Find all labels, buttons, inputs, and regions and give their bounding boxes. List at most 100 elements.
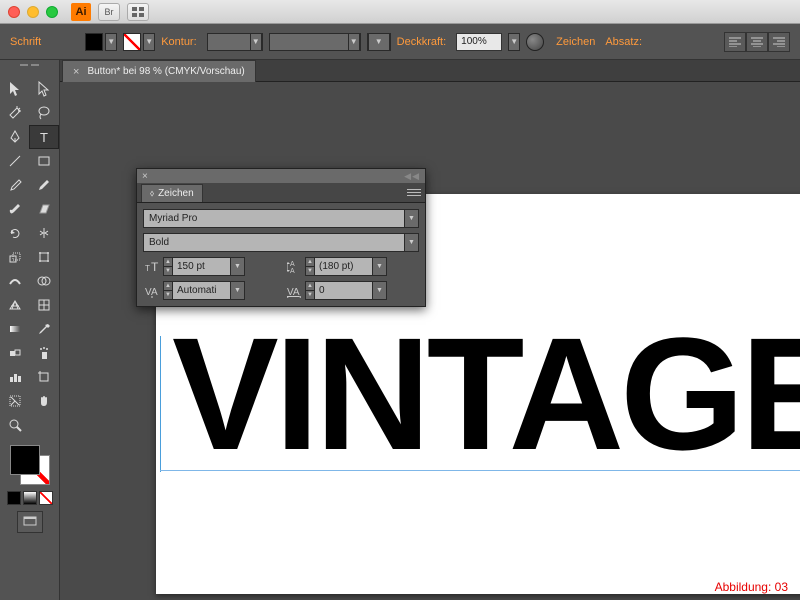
stroke-weight-dropdown[interactable]: ▼ [207,33,263,51]
brush-dropdown[interactable]: ▼ [367,33,391,51]
eyedropper-tool[interactable] [30,317,60,341]
font-size-dropdown[interactable]: ▼ [231,257,245,276]
screen-icon [23,516,37,528]
mesh-tool[interactable] [30,293,60,317]
align-left-button[interactable] [724,32,746,52]
magic-wand-tool[interactable] [0,101,30,125]
pen-tool[interactable] [0,125,29,149]
zoom-window-button[interactable] [46,6,58,18]
close-tab-button[interactable]: × [73,66,79,78]
app-logo: Ai [71,3,91,21]
rectangle-tool[interactable] [30,149,60,173]
symbol-sprayer-tool[interactable] [30,341,60,365]
fill-stroke-indicator[interactable] [8,443,52,487]
kerning-icon: VA [143,281,163,300]
font-style-dropdown[interactable]: ▼ [405,233,419,252]
absatz-link[interactable]: Absatz: [605,36,642,48]
minimize-window-button[interactable] [27,6,39,18]
brush-icon [8,178,22,192]
variable-width-dropdown[interactable]: ▼ [269,33,361,51]
opacity-input[interactable]: 100% [456,33,502,51]
fill-dropdown[interactable]: ▼ [105,33,117,51]
rotate-tool[interactable] [0,221,30,245]
eraser-tool[interactable] [30,197,60,221]
stroke-swatch-group[interactable]: ▼ [123,33,155,51]
panel-tab-zeichen[interactable]: ⬨ Zeichen [141,184,203,202]
recolor-artwork-button[interactable] [526,33,544,51]
align-center-icon [751,37,763,47]
svg-text:T: T [40,130,48,144]
perspective-grid-tool[interactable] [0,293,30,317]
panel-titlebar[interactable]: × ◀◀ [137,169,425,183]
slice-tool[interactable] [0,389,30,413]
document-tab[interactable]: × Button* bei 98 % (CMYK/Vorschau) [62,60,256,82]
panel-menu-button[interactable] [407,186,421,198]
paintbrush-tool[interactable] [0,173,30,197]
stroke-dropdown[interactable]: ▼ [143,33,155,51]
font-family-dropdown[interactable]: ▼ [405,209,419,228]
font-size-input[interactable]: 150 pt [173,257,231,276]
gradient-tool[interactable] [0,317,30,341]
shape-builder-tool[interactable] [30,269,60,293]
opacity-dropdown[interactable]: ▼ [508,33,520,51]
gradient-mode-button[interactable] [23,491,37,505]
fill-swatch-group[interactable]: ▼ [85,33,117,51]
leading-dropdown[interactable]: ▼ [373,257,387,276]
blob-icon [8,202,22,216]
canvas[interactable]: VINTAGE × ◀◀ ⬨ Zeichen M [60,82,800,600]
panel-close-button[interactable]: × [142,171,148,182]
print-tiling-tool[interactable] [30,413,60,437]
direct-selection-tool[interactable] [30,77,60,101]
line-tool[interactable] [0,149,30,173]
type-tool[interactable]: T [29,125,59,149]
lasso-tool[interactable] [30,101,60,125]
close-window-button[interactable] [8,6,20,18]
screen-mode-button[interactable] [17,511,43,533]
arrange-documents-button[interactable] [127,3,149,21]
scale-tool[interactable] [0,245,30,269]
stroke-swatch[interactable] [123,33,141,51]
font-size-stepper[interactable]: ▲▼ [163,257,173,276]
leading-input[interactable]: (180 pt) [315,257,373,276]
blend-tool[interactable] [0,341,30,365]
reflect-tool[interactable] [30,221,60,245]
slice-icon [8,394,22,408]
align-right-button[interactable] [768,32,790,52]
blend-icon [8,346,22,360]
selection-tool[interactable] [0,77,30,101]
zoom-tool[interactable] [0,413,30,437]
tracking-input[interactable]: 0 [315,281,373,300]
column-graph-tool[interactable] [0,365,30,389]
fill-indicator[interactable] [10,445,40,475]
font-family-input[interactable]: Myriad Pro [143,209,405,228]
artboard-tool[interactable] [30,365,60,389]
kerning-stepper[interactable]: ▲▼ [163,281,173,300]
grid-icon [132,7,144,17]
tracking-dropdown[interactable]: ▼ [373,281,387,300]
bridge-button[interactable]: Br [98,3,120,21]
line-icon [8,154,22,168]
hand-tool[interactable] [30,389,60,413]
color-mode-button[interactable] [7,491,21,505]
character-panel[interactable]: × ◀◀ ⬨ Zeichen Myriad Pro ▼ [136,168,426,307]
tracking-stepper[interactable]: ▲▼ [305,281,315,300]
width-tool[interactable] [0,269,30,293]
panel-collapse-button[interactable]: ◀◀ [404,171,420,182]
font-style-input[interactable]: Bold [143,233,405,252]
none-mode-button[interactable] [39,491,53,505]
window-titlebar: Ai Br [0,0,800,24]
pencil-tool[interactable] [30,173,60,197]
panel-grip[interactable] [16,64,44,74]
leading-stepper[interactable]: ▲▼ [305,257,315,276]
free-transform-tool[interactable] [30,245,60,269]
zeichen-link[interactable]: Zeichen [556,36,595,48]
align-center-button[interactable] [746,32,768,52]
kerning-dropdown[interactable]: ▼ [231,281,245,300]
fill-swatch[interactable] [85,33,103,51]
blob-brush-tool[interactable] [0,197,30,221]
kontur-label: Kontur: [161,36,196,48]
artboard-text[interactable]: VINTAGE [172,314,800,474]
svg-text:T: T [145,264,150,273]
transform-icon [37,250,51,264]
kerning-input[interactable]: Automati [173,281,231,300]
